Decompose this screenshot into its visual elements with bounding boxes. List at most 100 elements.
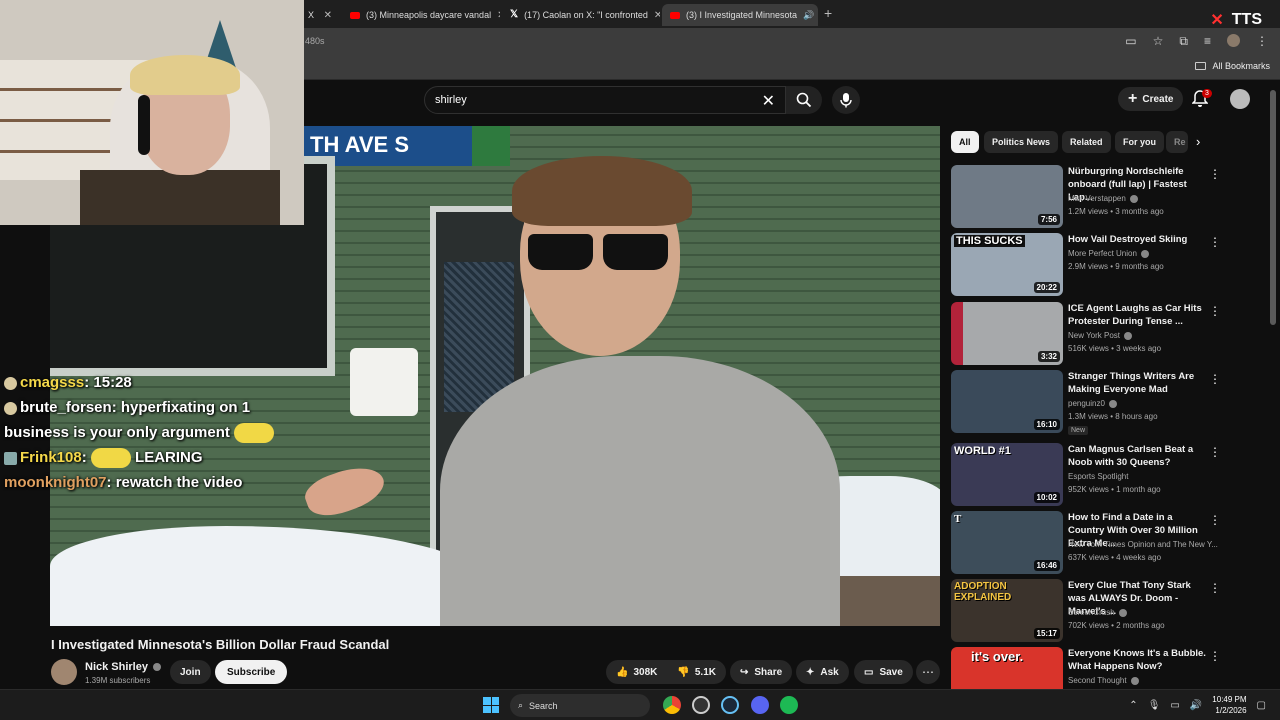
more-actions-button[interactable]: ⋯ xyxy=(916,660,940,684)
vertical-dots-icon[interactable]: ⋮ xyxy=(1209,304,1221,318)
vertical-dots-icon[interactable]: ⋮ xyxy=(1209,167,1221,181)
rec-title[interactable]: Everyone Knows It's a Bubble. What Happe… xyxy=(1068,647,1208,673)
recommendation-item[interactable]: it's over. Everyone Knows It's a Bubble.… xyxy=(951,647,1226,689)
browser-tab-active[interactable]: (3) I Investigated Minnesota 🔊 ✕ xyxy=(662,4,818,26)
search-query[interactable]: shirley xyxy=(435,94,467,106)
kebab-menu-icon[interactable]: ⋮ xyxy=(1256,34,1268,49)
steam-icon[interactable] xyxy=(721,696,739,714)
rec-channel: New York Times Opinion and The New Y... xyxy=(1068,540,1218,549)
video-thumbnail[interactable]: it's over. xyxy=(951,647,1063,689)
video-thumbnail[interactable]: ADOPTION EXPLAINED 15:17 xyxy=(951,579,1063,642)
channel-name[interactable]: Nick Shirley xyxy=(85,661,162,673)
clock-time: 10:49 PM xyxy=(1212,695,1247,704)
verified-check-icon xyxy=(1118,608,1127,617)
chrome-icon[interactable] xyxy=(663,696,681,714)
vertical-dots-icon[interactable]: ⋮ xyxy=(1209,649,1221,663)
clear-search-icon[interactable]: ✕ xyxy=(762,91,775,111)
video-thumbnail[interactable]: WORLD #1 10:02 xyxy=(951,443,1063,506)
chevron-up-icon[interactable]: ⌃ xyxy=(1129,700,1137,711)
recommendation-item[interactable]: 16:10 Stranger Things Writers Are Making… xyxy=(951,370,1226,435)
video-thumbnail[interactable]: T 16:46 xyxy=(951,511,1063,574)
microphone-icon[interactable]: 🎙 xyxy=(1148,700,1161,711)
channel-avatar[interactable] xyxy=(51,659,77,685)
media-queue-icon[interactable]: ≡ xyxy=(1204,34,1211,49)
youtube-icon xyxy=(350,11,360,19)
page-scrollbar[interactable] xyxy=(1270,90,1276,325)
like-button[interactable]: 👍 308K xyxy=(606,660,667,684)
rec-channel: More Perfect Union xyxy=(1068,249,1150,258)
search-button[interactable] xyxy=(786,86,822,114)
recommendation-item[interactable]: THIS SUCKS 20:22 How Vail Destroyed Skiin… xyxy=(951,233,1226,297)
cast-icon[interactable]: ▭ xyxy=(1125,34,1136,49)
chip-for-you[interactable]: For you xyxy=(1115,131,1164,153)
star-icon[interactable]: ☆ xyxy=(1153,34,1164,49)
taskbar-search[interactable]: ⌕ Search xyxy=(510,694,650,717)
dislike-button[interactable]: 👎 5.1K xyxy=(667,660,726,684)
search-input[interactable]: shirley ✕ xyxy=(424,86,786,114)
close-icon[interactable]: ✕ xyxy=(497,10,500,21)
video-thumbnail[interactable]: THIS SUCKS 20:22 xyxy=(951,233,1063,296)
rec-title[interactable]: Can Magnus Carlsen Beat a Noob with 30 Q… xyxy=(1068,443,1208,469)
network-icon[interactable]: ▭ xyxy=(1170,700,1179,711)
channel-name-text[interactable]: Nick Shirley xyxy=(85,661,148,673)
close-icon[interactable]: ✕ xyxy=(324,10,332,21)
windows-taskbar: ⌕ Search ⌃ 🎙 ▭ 🔊 10:49 PM 1/2/2026 ▢ xyxy=(0,689,1280,720)
all-bookmarks-button[interactable]: All Bookmarks xyxy=(1195,61,1270,71)
ask-button[interactable]: ✦ Ask xyxy=(796,660,849,684)
new-tab-icon[interactable]: + xyxy=(824,5,832,21)
tab-label: X xyxy=(308,10,315,20)
vertical-dots-icon[interactable]: ⋮ xyxy=(1209,445,1221,459)
vertical-dots-icon[interactable]: ⋮ xyxy=(1209,372,1221,386)
save-button[interactable]: ▭ Save xyxy=(854,660,913,684)
chip-politics-news[interactable]: Politics News xyxy=(984,131,1059,153)
notification-icon[interactable]: ▢ xyxy=(1257,700,1266,711)
recommendation-item[interactable]: 7:56 Nürburgring Nordschleife onboard (f… xyxy=(951,165,1226,229)
browser-tab[interactable]: X ✕ xyxy=(300,4,340,26)
user-avatar[interactable] xyxy=(1230,89,1250,109)
webcam-shirt xyxy=(80,170,280,225)
join-button[interactable]: Join xyxy=(170,660,211,684)
chat-emote xyxy=(234,423,275,444)
chat-username: Frink108 xyxy=(20,449,82,466)
clock-date: 1/2/2026 xyxy=(1215,706,1247,715)
extensions-icon[interactable]: ⧉ xyxy=(1179,34,1188,49)
obs-icon[interactable] xyxy=(692,696,710,714)
speaker-icon[interactable]: 🔊 xyxy=(803,10,814,21)
vertical-dots-icon[interactable]: ⋮ xyxy=(1209,235,1221,249)
url-text[interactable]: 480s xyxy=(305,36,325,46)
subscribe-button[interactable]: Subscribe xyxy=(215,660,288,684)
discord-icon[interactable] xyxy=(751,696,769,714)
create-button[interactable]: + Create xyxy=(1118,87,1184,111)
clock[interactable]: 10:49 PM 1/2/2026 xyxy=(1212,694,1246,716)
rec-meta: 516K views • 3 weeks ago xyxy=(1068,344,1162,353)
close-icon[interactable]: ✕ xyxy=(654,10,660,21)
vertical-dots-icon[interactable]: ⋮ xyxy=(1209,581,1221,595)
windows-start-icon[interactable] xyxy=(483,697,499,713)
vertical-dots-icon[interactable]: ⋮ xyxy=(1209,513,1221,527)
share-button[interactable]: ↪ Share xyxy=(730,660,793,684)
spotify-icon[interactable] xyxy=(780,696,798,714)
chip-truncated[interactable]: Re xyxy=(1166,131,1188,153)
recommendation-item[interactable]: WORLD #1 10:02 Can Magnus Carlsen Beat a … xyxy=(951,443,1226,507)
volume-icon[interactable]: 🔊 xyxy=(1190,700,1202,711)
chip-related[interactable]: Related xyxy=(1062,131,1111,153)
browser-tab[interactable]: (3) Minneapolis daycare vandal ✕ xyxy=(342,4,500,26)
video-thumbnail[interactable]: 3:32 xyxy=(951,302,1063,365)
profile-avatar[interactable] xyxy=(1227,34,1240,47)
voice-search-button[interactable] xyxy=(832,86,860,114)
recommendation-item[interactable]: ADOPTION EXPLAINED 15:17 Every Clue That … xyxy=(951,579,1226,643)
muted-speaker-icon: ✕ xyxy=(1210,12,1224,29)
rec-title[interactable]: How Vail Destroyed Skiing xyxy=(1068,233,1208,246)
chat-message: brute_forsen: hyperfixating on 1 busines… xyxy=(4,395,304,445)
search-icon xyxy=(796,92,812,108)
share-arrow-icon: ↪ xyxy=(740,666,749,678)
recommendation-item[interactable]: 3:32 ICE Agent Laughs as Car Hits Protes… xyxy=(951,302,1226,366)
rec-title[interactable]: ICE Agent Laughs as Car Hits Protester D… xyxy=(1068,302,1208,328)
chevron-right-icon[interactable]: › xyxy=(1196,134,1200,149)
recommendation-item[interactable]: T 16:46 How to Find a Date in a Country W… xyxy=(951,511,1226,575)
browser-tab[interactable]: 𝕏 (17) Caolan on X: "I confronted ✕ xyxy=(502,4,660,26)
rec-title[interactable]: Stranger Things Writers Are Making Every… xyxy=(1068,370,1208,396)
video-thumbnail[interactable]: 7:56 xyxy=(951,165,1063,228)
video-thumbnail[interactable]: 16:10 xyxy=(951,370,1063,433)
chip-all[interactable]: All xyxy=(951,131,979,153)
